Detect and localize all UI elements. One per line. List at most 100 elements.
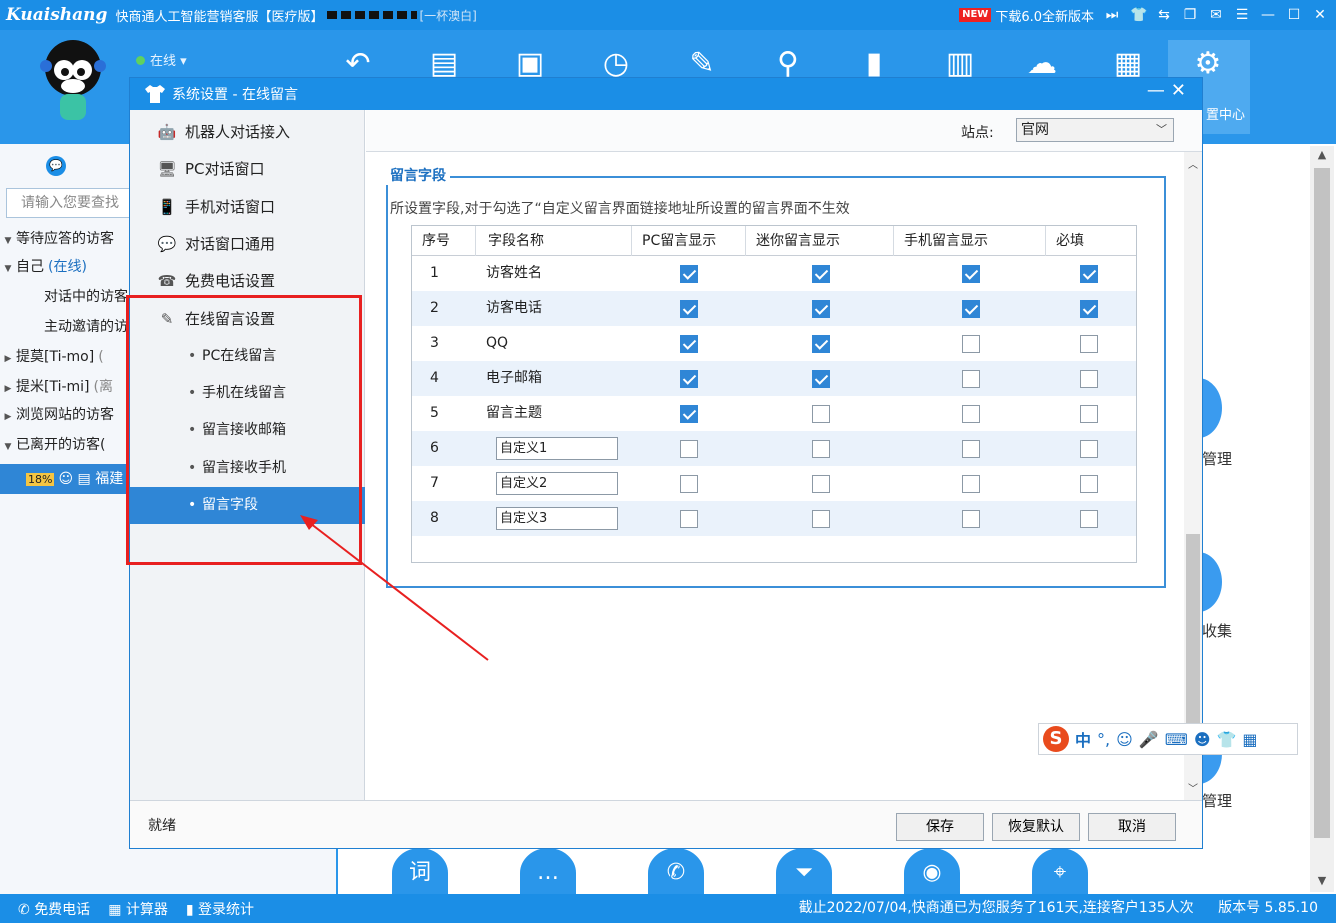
- pc-checkbox[interactable]: [680, 335, 698, 353]
- visitor-group-row[interactable]: ▼ 已离开的访客(: [0, 432, 140, 458]
- nav-item[interactable]: 💬 对话窗口通用: [130, 226, 365, 263]
- mobile-checkbox[interactable]: [962, 475, 980, 493]
- sogou-logo-icon[interactable]: S: [1043, 726, 1069, 752]
- keyword-icon[interactable]: 词: [392, 848, 448, 898]
- mobile-checkbox[interactable]: [962, 265, 980, 283]
- mobile-checkbox[interactable]: [962, 370, 980, 388]
- chat-bubble-icon[interactable]: 💬: [46, 156, 66, 176]
- required-checkbox[interactable]: [1080, 370, 1098, 388]
- nav-item[interactable]: 🖥 PC对话窗口: [130, 151, 365, 188]
- online-status[interactable]: 在线 ▾: [136, 50, 187, 69]
- mini-checkbox[interactable]: [812, 370, 830, 388]
- mascot-avatar[interactable]: [38, 36, 108, 128]
- keyboard-icon[interactable]: ⌨: [1165, 730, 1188, 749]
- call-icon[interactable]: ✆: [648, 848, 704, 898]
- collapse-right-icon[interactable]: ▶: [0, 404, 16, 428]
- copy-window-icon[interactable]: ❐: [1182, 7, 1198, 23]
- mobile-checkbox[interactable]: [962, 440, 980, 458]
- mini-checkbox[interactable]: [812, 510, 830, 528]
- microphone-icon[interactable]: 🎤: [1139, 730, 1159, 749]
- mini-checkbox[interactable]: [812, 440, 830, 458]
- required-checkbox[interactable]: [1080, 265, 1098, 283]
- scroll-thumb[interactable]: [1314, 168, 1330, 838]
- dialog-minimize-icon[interactable]: —: [1147, 80, 1171, 101]
- toolbox-grid-icon[interactable]: ▦: [1242, 730, 1257, 749]
- maximize-icon[interactable]: ☐: [1286, 7, 1302, 23]
- nav-item[interactable]: 📱 手机对话窗口: [130, 189, 365, 226]
- scroll-down-icon[interactable]: ▼: [1310, 874, 1334, 887]
- visitor-group-row[interactable]: ▼ 自己 (在线): [0, 254, 140, 280]
- expand-down-icon[interactable]: ▼: [0, 256, 16, 280]
- punctuation-toggle[interactable]: °,: [1097, 730, 1110, 749]
- required-checkbox[interactable]: [1080, 405, 1098, 423]
- mini-checkbox[interactable]: [812, 335, 830, 353]
- scroll-down-icon[interactable]: ﹀: [1184, 780, 1202, 795]
- scroll-up-icon[interactable]: ▲: [1310, 148, 1334, 161]
- location-pin-icon[interactable]: ⌖: [1032, 848, 1088, 898]
- required-checkbox[interactable]: [1080, 335, 1098, 353]
- pc-checkbox[interactable]: [680, 265, 698, 283]
- chat-tools-icon[interactable]: …: [520, 848, 576, 898]
- mobile-checkbox[interactable]: [962, 300, 980, 318]
- dialog-title-bar[interactable]: 系统设置 - 在线留言 —✕: [130, 78, 1202, 110]
- pc-checkbox[interactable]: [680, 300, 698, 318]
- mobile-checkbox[interactable]: [962, 405, 980, 423]
- mobile-checkbox[interactable]: [962, 335, 980, 353]
- visitor-group-row[interactable]: ▶ 提莫[Ti-mo](: [0, 344, 140, 370]
- filter-icon[interactable]: ⏷: [776, 848, 832, 898]
- pc-checkbox[interactable]: [680, 475, 698, 493]
- scroll-thumb[interactable]: [1186, 534, 1200, 734]
- required-checkbox[interactable]: [1080, 300, 1098, 318]
- list-icon[interactable]: ☰: [1234, 7, 1250, 23]
- pc-checkbox[interactable]: [680, 370, 698, 388]
- pc-checkbox[interactable]: [680, 510, 698, 528]
- nav-item[interactable]: 🤖 机器人对话接入: [130, 114, 365, 151]
- restore-default-button[interactable]: 恢复默认: [992, 813, 1080, 841]
- content-scrollbar[interactable]: ︿ ﹀: [1184, 152, 1202, 800]
- emoji-icon[interactable]: ☺: [1116, 730, 1133, 749]
- weibo-icon[interactable]: ◉: [904, 848, 960, 898]
- required-checkbox[interactable]: [1080, 510, 1098, 528]
- expand-down-icon[interactable]: ▼: [0, 434, 16, 458]
- minimize-icon[interactable]: —: [1260, 7, 1276, 23]
- login-stats-button[interactable]: ▮ 登录统计: [186, 899, 254, 919]
- visitor-row-selected[interactable]: 18% ☺ ▤ 福建: [0, 464, 140, 494]
- visitor-group-row[interactable]: 主动邀请的访: [0, 314, 140, 340]
- custom-field-input[interactable]: 自定义1: [496, 437, 618, 460]
- pc-checkbox[interactable]: [680, 405, 698, 423]
- required-checkbox[interactable]: [1080, 475, 1098, 493]
- cancel-button[interactable]: 取消: [1088, 813, 1176, 841]
- message-icon[interactable]: ✉: [1208, 7, 1224, 23]
- visitor-group-row[interactable]: 对话中的访客: [0, 284, 140, 310]
- download-new-version-link[interactable]: 下载6.0全新版本: [995, 6, 1094, 25]
- free-call-button[interactable]: ✆ 免费电话: [18, 899, 90, 919]
- skin-shirt-icon[interactable]: 👕: [1217, 730, 1237, 749]
- mini-checkbox[interactable]: [812, 265, 830, 283]
- expand-down-icon[interactable]: ▼: [0, 228, 16, 252]
- collapse-right-icon[interactable]: ▶: [0, 346, 16, 370]
- dialog-close-icon[interactable]: ✕: [1171, 80, 1192, 101]
- custom-field-input[interactable]: 自定义3: [496, 507, 618, 530]
- mini-checkbox[interactable]: [812, 300, 830, 318]
- site-select[interactable]: 官网 ﹀: [1016, 118, 1174, 142]
- close-icon[interactable]: ✕: [1312, 7, 1328, 23]
- shirt-skin-icon[interactable]: 👕: [1130, 7, 1147, 23]
- calculator-button[interactable]: ▦ 计算器: [108, 899, 168, 919]
- mobile-checkbox[interactable]: [962, 510, 980, 528]
- transfer-icon[interactable]: ⇆: [1156, 7, 1172, 23]
- chinese-mode-toggle[interactable]: 中: [1075, 727, 1091, 751]
- main-scrollbar[interactable]: ▲ ▼: [1310, 146, 1334, 892]
- required-checkbox[interactable]: [1080, 440, 1098, 458]
- skip-icon[interactable]: ⏭: [1104, 7, 1120, 23]
- mini-checkbox[interactable]: [812, 405, 830, 423]
- visitor-group-row[interactable]: ▶ 浏览网站的访客: [0, 402, 140, 428]
- user-icon[interactable]: ☻: [1194, 730, 1211, 749]
- custom-field-input[interactable]: 自定义2: [496, 472, 618, 495]
- visitor-group-row[interactable]: ▼ 等待应答的访客: [0, 226, 140, 252]
- scroll-up-icon[interactable]: ︿: [1184, 156, 1202, 171]
- save-button[interactable]: 保存: [896, 813, 984, 841]
- mini-checkbox[interactable]: [812, 475, 830, 493]
- collapse-right-icon[interactable]: ▶: [0, 376, 16, 400]
- visitor-group-row[interactable]: ▶ 提米[Ti-mi] (离: [0, 374, 140, 400]
- pc-checkbox[interactable]: [680, 440, 698, 458]
